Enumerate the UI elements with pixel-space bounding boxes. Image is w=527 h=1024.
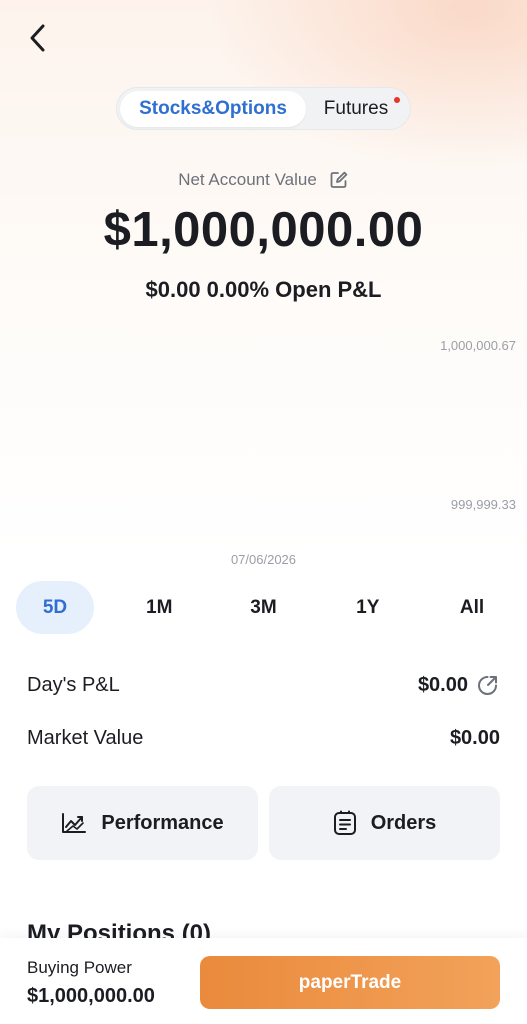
tab-futures[interactable]: Futures	[306, 91, 406, 127]
range-1y-button[interactable]: 1Y	[329, 581, 407, 634]
buying-power-value: $1,000,000.00	[27, 985, 155, 1007]
days-pnl-value-group: $0.00	[418, 673, 500, 697]
open-pnl: $0.00 0.00% Open P&L	[145, 277, 382, 302]
paper-trade-label: paperTrade	[298, 971, 402, 993]
orders-list-icon	[333, 810, 357, 836]
market-value-label: Market Value	[27, 726, 144, 749]
range-3m-button[interactable]: 3M	[225, 581, 303, 634]
paper-trade-button[interactable]: paperTrade	[200, 956, 500, 1009]
performance-button[interactable]: Performance	[27, 786, 258, 860]
tab-futures-label: Futures	[323, 97, 389, 119]
range-all-button[interactable]: All	[433, 581, 511, 634]
performance-label: Performance	[101, 811, 224, 834]
chart-date-label: 07/06/2026	[230, 552, 297, 567]
back-button[interactable]	[18, 18, 58, 58]
net-account-value-label-row: Net Account Value	[0, 170, 527, 190]
tab-stocks-options-label: Stocks&Options	[139, 97, 287, 119]
days-pnl-label: Day's P&L	[27, 673, 120, 696]
orders-button[interactable]: Orders	[269, 786, 500, 860]
chart-y-max-label: 1,000,000.67	[440, 338, 516, 353]
notification-dot	[394, 96, 400, 103]
chart-y-min-label: 999,999.33	[450, 497, 516, 512]
orders-label: Orders	[370, 811, 437, 834]
buying-power-label: Buying Power	[27, 958, 132, 977]
my-positions-title: My Positions (0)	[27, 920, 212, 938]
net-account-value: $1,000,000.00	[103, 203, 424, 257]
time-range-selector: 5D 1M 3M 1Y All	[16, 581, 511, 634]
share-icon[interactable]	[476, 673, 500, 697]
edit-icon[interactable]	[329, 170, 349, 190]
range-1m-button[interactable]: 1M	[120, 581, 198, 634]
net-account-value-label: Net Account Value	[178, 170, 317, 189]
market-value-row: Market Value $0.00	[27, 723, 500, 753]
days-pnl-row: Day's P&L $0.00	[27, 670, 500, 700]
tab-stocks-options[interactable]: Stocks&Options	[120, 90, 306, 127]
days-pnl-value: $0.00	[417, 673, 468, 696]
chevron-left-icon	[30, 24, 45, 52]
range-5d-button[interactable]: 5D	[16, 581, 94, 634]
trend-chart-icon	[61, 812, 87, 834]
account-type-switch: Stocks&Options Futures	[116, 87, 411, 130]
market-value-value: $0.00	[449, 726, 500, 749]
